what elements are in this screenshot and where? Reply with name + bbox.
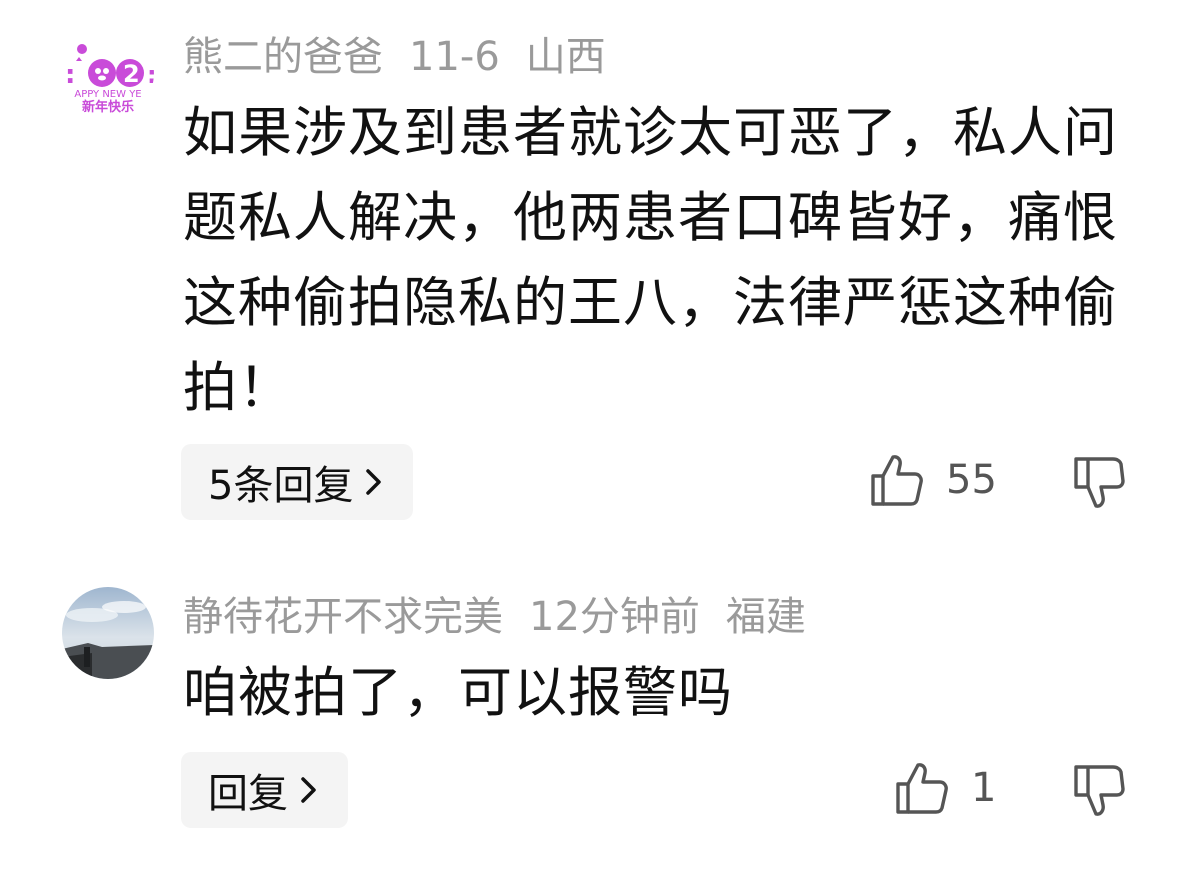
comment-text: 咱被拍了，可以报警吗 bbox=[183, 661, 733, 724]
comment-location: 福建 bbox=[725, 594, 806, 640]
avatar[interactable] bbox=[62, 587, 154, 679]
view-replies-button[interactable]: 5条回复 bbox=[181, 444, 414, 520]
thumbs-down-icon bbox=[1072, 455, 1126, 511]
avatar-2022-new-year-image: : 2 : APPY NEW YE 新年快乐 bbox=[62, 27, 154, 119]
reply-label: 回复 bbox=[208, 771, 288, 817]
svg-text::: : bbox=[147, 61, 154, 89]
like-count: 55 bbox=[946, 457, 997, 503]
comment-date: 11-6 bbox=[409, 34, 500, 80]
dislike-button[interactable] bbox=[1072, 763, 1126, 819]
username[interactable]: 静待花开不求完美 bbox=[183, 594, 503, 640]
chevron-right-icon bbox=[300, 775, 318, 805]
svg-text:APPY NEW YE: APPY NEW YE bbox=[74, 89, 141, 100]
username[interactable]: 熊二的爸爸 bbox=[183, 34, 383, 80]
svg-text:2: 2 bbox=[123, 60, 140, 88]
dislike-button[interactable] bbox=[1072, 455, 1126, 511]
like-button[interactable]: 1 bbox=[895, 760, 996, 816]
comment-item: 静待花开不求完美 12分钟前 福建 咱被拍了，可以报警吗 回复 1 bbox=[0, 560, 1199, 860]
comment-location: 山西 bbox=[525, 34, 606, 80]
thumbs-up-icon bbox=[870, 452, 924, 508]
thumbs-down-icon bbox=[1072, 763, 1126, 819]
comment-meta: 熊二的爸爸 11-6 山西 bbox=[183, 29, 632, 85]
comment-item: : 2 : APPY NEW YE 新年快乐 熊二的爸爸 11-6 山西 如果涉及到… bbox=[0, 0, 1199, 540]
comment-text: 如果涉及到患者就诊太可恶了，私人问题私人解决，他两患者口碑皆好，痛恨这种偷拍隐私… bbox=[183, 101, 1118, 419]
svg-text:新年快乐: 新年快乐 bbox=[82, 99, 134, 115]
chevron-right-icon bbox=[365, 467, 383, 497]
like-button[interactable]: 55 bbox=[870, 452, 997, 508]
avatar-landscape-image bbox=[62, 587, 154, 679]
comment-date: 12分钟前 bbox=[529, 594, 700, 640]
svg-text::: : bbox=[65, 60, 75, 90]
reply-button[interactable]: 回复 bbox=[181, 752, 348, 828]
reply-label: 5条回复 bbox=[208, 463, 354, 509]
avatar[interactable]: : 2 : APPY NEW YE 新年快乐 bbox=[62, 27, 154, 119]
like-count: 1 bbox=[971, 765, 997, 811]
thumbs-up-icon bbox=[895, 760, 949, 816]
comment-meta: 静待花开不求完美 12分钟前 福建 bbox=[183, 589, 832, 645]
